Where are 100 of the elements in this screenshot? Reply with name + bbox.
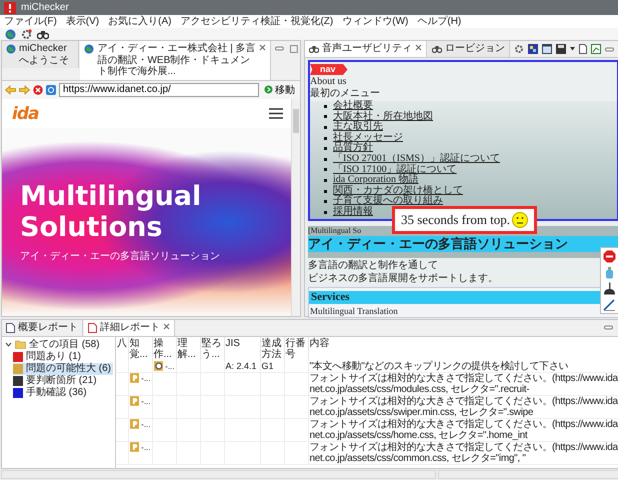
tree-item[interactable]: 手動確認 (36)	[13, 386, 89, 398]
gear-icon[interactable]	[514, 44, 524, 54]
binoculars-icon[interactable]	[37, 28, 49, 40]
window-icon[interactable]	[542, 44, 552, 54]
page-link[interactable]: 会社概要	[333, 101, 373, 112]
bullet-icon	[324, 190, 327, 193]
bullet-icon	[324, 126, 327, 129]
maximize-icon[interactable]	[290, 45, 298, 53]
back-arrow-icon[interactable]	[5, 84, 16, 94]
bullet-icon	[324, 158, 327, 161]
bullet-icon	[324, 147, 327, 150]
bullet-icon	[324, 104, 327, 108]
refresh-icon[interactable]	[46, 84, 56, 94]
grid-icon[interactable]	[528, 44, 538, 54]
page-link[interactable]: 社長メッセージ	[333, 132, 403, 144]
address-field[interactable]: https://www.idanet.co.jp/	[59, 82, 259, 96]
minimize-icon[interactable]	[604, 324, 613, 331]
globe-icon[interactable]	[5, 28, 16, 40]
caret-icon[interactable]	[570, 47, 575, 51]
table-cell: -...	[141, 418, 150, 430]
bullet-icon	[324, 168, 327, 172]
minimize-icon[interactable]	[605, 46, 614, 52]
table-cell: G1	[262, 360, 274, 370]
tree-item[interactable]: 全ての項目 (58)	[29, 338, 100, 350]
bullet-icon	[324, 178, 327, 182]
caret-icon[interactable]	[5, 341, 12, 348]
binoculars-icon	[432, 44, 442, 54]
forward-arrow-icon[interactable]	[19, 84, 30, 94]
go-arrow-icon	[264, 85, 273, 94]
window-title: miChecker	[21, 2, 69, 13]
page-link[interactable]: 関西・カナダの架け橋として	[333, 186, 463, 196]
document-icon	[6, 323, 15, 333]
tree-item[interactable]: 要判断箇所 (21)	[13, 374, 99, 386]
page-link[interactable]: ida Corporation 物語	[333, 175, 419, 186]
report-tab[interactable]: 詳細レポート	[84, 320, 175, 336]
column-header[interactable]: 知覚...	[128, 336, 152, 360]
popup-text: 35 seconds from top.	[401, 212, 510, 228]
globe-icon	[6, 44, 16, 54]
page-link[interactable]: 主な取引先	[333, 122, 383, 133]
binoculars-icon	[309, 44, 319, 54]
page-link[interactable]: 大阪本社・所在地地図	[333, 112, 433, 122]
table-cell: -...	[141, 372, 150, 384]
table-cell: A: 2.4.1	[226, 360, 257, 370]
close-icon[interactable]	[259, 44, 266, 51]
column-header[interactable]: JIS	[224, 336, 260, 360]
checker-tab[interactable]: ロービジョン	[428, 41, 510, 56]
stop-icon[interactable]	[33, 84, 43, 94]
menu-item[interactable]: 表示(V)	[66, 16, 100, 26]
page-link[interactable]: 「ISO 27001（ISMS）」認証について	[333, 154, 500, 165]
plunger-icon[interactable]	[603, 282, 616, 295]
menu-item[interactable]: アクセシビリティ検証・視覚化(Z)	[180, 16, 334, 26]
table-cell: フォントサイズは相対的な大きさで指定してください。(https://www.idanet.co.jp/assets/css/swiper.min.css, セレクタ=".swipe	[310, 396, 618, 418]
tree-item[interactable]: 問題の可能性大 (6)	[13, 362, 113, 374]
pencil-icon[interactable]	[603, 298, 616, 311]
save-icon[interactable]	[556, 44, 566, 54]
table-cell: -...	[141, 396, 150, 406]
menu-item[interactable]: お気に入り(A)	[108, 16, 172, 26]
menu-item[interactable]: ヘルプ(H)	[417, 16, 462, 26]
minimize-icon[interactable]	[275, 45, 284, 52]
browser-tab[interactable]: miCheckerへようこそ	[2, 41, 80, 68]
menu-item[interactable]: ウィンドウ(W)	[342, 16, 408, 26]
main-heading: アイ・ディー・エーの多言語ソリューション	[308, 236, 568, 251]
tree-item[interactable]: 問題あり (1)	[13, 350, 83, 362]
column-header[interactable]: 堅ろう...	[200, 336, 224, 360]
section-label: [Multilingual So	[308, 226, 362, 235]
bullet-icon	[324, 136, 327, 140]
hero-subtitle: アイ・ディー・エーの多言語ソリューション	[20, 250, 221, 263]
document-icon	[88, 323, 97, 333]
vertical-scrollbar[interactable]	[291, 98, 300, 316]
go-button[interactable]: 移動	[262, 82, 297, 96]
bullet-icon	[324, 200, 327, 204]
browser-tab[interactable]: アイ・ディー・エー株式会社 | 多言語の翻訳・WEB制作・ドキュメント制作で海外展...	[80, 41, 272, 80]
table-cell: -...	[141, 442, 150, 452]
page-link[interactable]: 「ISO 17100」認証について	[333, 164, 457, 176]
close-icon[interactable]	[163, 323, 170, 330]
globe-icon	[84, 44, 94, 54]
stop-sign-icon[interactable]	[603, 250, 616, 263]
column-header[interactable]: 内容	[308, 336, 618, 360]
page-link[interactable]: 採用情報	[333, 206, 373, 218]
services-item: Multilingual Translation	[309, 306, 399, 316]
table-cell: フォントサイズは相対的な大きさで指定してください。(https://www.idanet.co.jp/assets/css/modules.css, セレクタ=".recruit-	[310, 372, 618, 394]
nav-badge: nav	[310, 64, 348, 75]
table-cell-text: "本文へ移動"などのスキップリンクの提供を検討して下さい	[310, 360, 570, 372]
menu-title: 最初のメニュー	[310, 88, 380, 100]
page-link[interactable]: 子育て支援への取り組み	[333, 196, 443, 207]
chart-icon[interactable]	[591, 44, 601, 54]
column-header[interactable]: 八	[116, 336, 128, 360]
close-icon[interactable]	[415, 44, 422, 51]
column-header[interactable]: 達成方法	[260, 336, 284, 360]
menu-item[interactable]: ファイル(F)	[4, 16, 57, 26]
document-icon[interactable]	[579, 44, 587, 54]
paragraph: 多言語の翻訳と制作を通して	[308, 260, 438, 271]
column-header[interactable]: 行番号	[284, 336, 308, 360]
page-link[interactable]: 品質方針	[333, 143, 373, 154]
neutral-face-icon	[512, 212, 528, 228]
checker-tab[interactable]: 音声ユーザビリティ	[305, 41, 427, 56]
bullet-icon	[324, 115, 327, 118]
column-header[interactable]: 理解...	[176, 336, 200, 360]
menu-icon[interactable]	[269, 108, 283, 119]
gear-icon[interactable]	[21, 28, 32, 40]
